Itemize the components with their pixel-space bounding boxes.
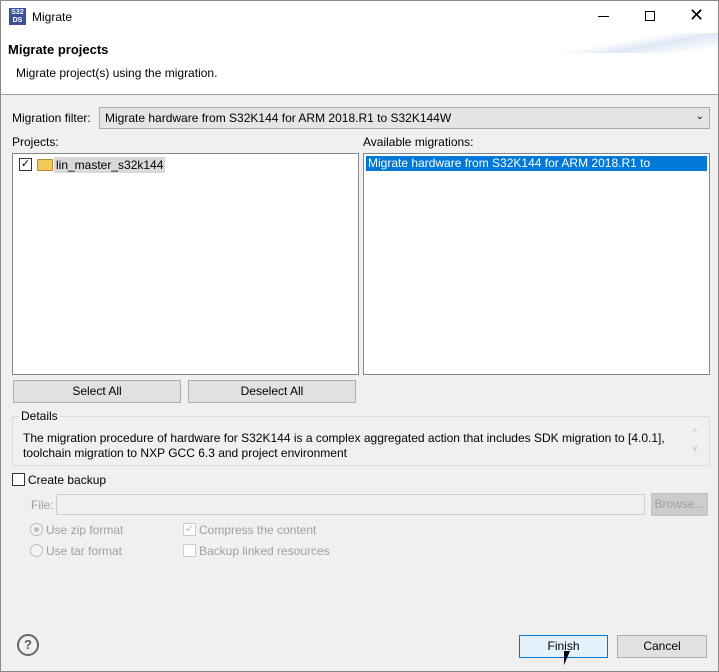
wizard-header: Migrate projects Migrate project(s) usin… [1,33,718,95]
title-bar: S32 DS Migrate ✕ [1,1,718,33]
help-icon: ? [24,637,32,652]
migration-filter-value: Migrate hardware from S32K144 for ARM 20… [105,111,452,125]
create-backup-checkbox[interactable] [12,473,25,486]
list-item[interactable]: Migrate hardware from S32K144 for ARM 20… [366,156,707,184]
backup-linked-label: Backup linked resources [199,544,330,558]
cancel-button[interactable]: Cancel [617,635,707,658]
details-text-line2: toolchain migration to NXP GCC 6.3 and p… [23,446,347,460]
browse-button[interactable]: Browse... [651,493,708,516]
zip-format-radio[interactable] [30,523,43,536]
migration-filter-select[interactable]: Migrate hardware from S32K144 for ARM 20… [99,107,710,129]
header-decoration [558,33,718,53]
scroll-up-icon[interactable]: ^ [693,427,697,437]
migrations-list[interactable]: Migrate hardware from S32K144 for ARM 20… [363,153,710,375]
migration-filter-label: Migration filter: [12,111,91,125]
projects-label: Projects: [12,135,59,149]
file-input[interactable] [56,494,645,515]
close-icon[interactable]: ✕ [689,5,704,26]
scroll-down-icon[interactable]: v [693,443,698,453]
select-all-button[interactable]: Select All [13,380,181,403]
backup-linked-checkbox[interactable] [183,544,196,557]
folder-icon [37,159,53,171]
details-group: Details The migration procedure of hardw… [12,409,710,466]
deselect-all-button[interactable]: Deselect All [188,380,356,403]
page-subtitle: Migrate project(s) using the migration. [16,66,218,80]
details-label: Details [19,409,60,423]
details-text-line1: The migration procedure of hardware for … [23,431,665,445]
maximize-icon[interactable] [645,11,655,21]
minimize-icon[interactable] [598,16,609,17]
create-backup-label: Create backup [28,473,107,487]
compress-label: Compress the content [199,523,317,537]
compress-checkbox[interactable]: ✓ [183,523,196,536]
available-migrations-label: Available migrations: [363,135,474,149]
file-label: File: [31,498,54,512]
projects-list[interactable]: ✓ lin_master_s32k144 [12,153,359,375]
zip-format-label: Use zip format [46,523,124,537]
chevron-down-icon: ⌄ [695,111,704,122]
mouse-cursor-icon [564,651,570,665]
app-icon: S32 DS [9,8,26,25]
page-title: Migrate projects [8,42,109,57]
help-button[interactable]: ? [17,634,39,656]
project-checkbox[interactable]: ✓ [19,158,32,171]
project-name: lin_master_s32k144 [54,157,166,173]
tar-format-radio[interactable] [30,544,43,557]
window-title: Migrate [32,10,73,24]
list-item[interactable]: ✓ lin_master_s32k144 [19,157,166,173]
tar-format-label: Use tar format [46,544,123,558]
